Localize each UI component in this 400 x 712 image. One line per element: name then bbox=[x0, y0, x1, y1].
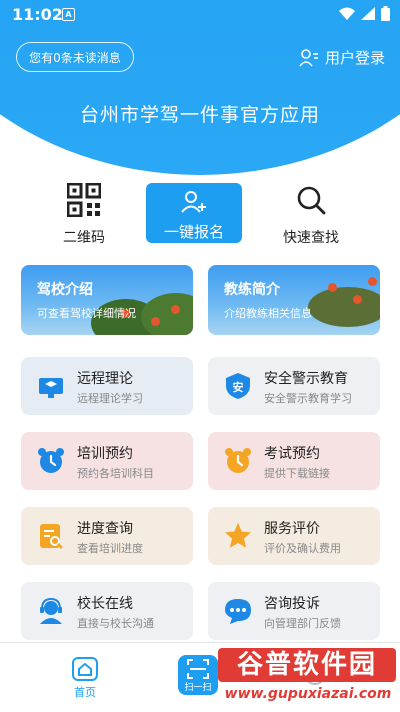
tab-home[interactable]: 首页 bbox=[62, 657, 108, 700]
star-icon bbox=[225, 523, 251, 548]
card-title: 校长在线 bbox=[77, 596, 133, 612]
coach-intro-banner[interactable]: 教练简介 介绍教练相关信息 bbox=[208, 265, 380, 335]
watermark-url: www.gupuxiazai.com bbox=[224, 686, 392, 702]
qr-code-icon bbox=[67, 183, 101, 217]
banner-title: 教练简介 bbox=[224, 282, 280, 298]
add-user-icon bbox=[181, 191, 206, 213]
status-time: 11:02 bbox=[12, 5, 63, 24]
card-title: 咨询投诉 bbox=[264, 596, 320, 612]
card-title: 安全警示教育 bbox=[264, 371, 348, 387]
card-title: 进度查询 bbox=[77, 521, 133, 537]
card-title: 考试预约 bbox=[264, 446, 320, 462]
service-evaluation-card[interactable]: 服务评价 评价及确认费用 bbox=[208, 507, 380, 565]
shield-icon: 安 bbox=[226, 373, 250, 399]
quick-search-label: 快速查找 bbox=[283, 230, 339, 246]
card-subtitle: 查看培训进度 bbox=[77, 542, 143, 555]
battery-icon bbox=[381, 6, 390, 21]
exam-appointment-card[interactable]: 考试预约 提供下载链接 bbox=[208, 432, 380, 490]
login-label: 用户登录 bbox=[324, 49, 385, 67]
safety-education-card[interactable]: 安 安全警示教育 安全警示教育学习 bbox=[208, 357, 380, 415]
unread-messages-button[interactable]: 您有0条未读消息 bbox=[16, 42, 134, 72]
one-click-register-button[interactable]: 一键报名 bbox=[146, 183, 242, 243]
user-login-icon bbox=[299, 48, 318, 67]
principal-online-card[interactable]: 校长在线 直接与校长沟通 bbox=[21, 582, 193, 640]
quick-search-button[interactable]: 快速查找 bbox=[263, 183, 359, 246]
alarm-clock-icon bbox=[225, 448, 251, 473]
qr-code-label: 二维码 bbox=[63, 230, 105, 246]
alarm-clock-icon bbox=[38, 448, 64, 473]
banner-title: 驾校介绍 bbox=[37, 282, 93, 298]
signal-icon bbox=[361, 7, 375, 20]
card-subtitle: 预约各培训科目 bbox=[77, 467, 154, 480]
status-bar: 11:02 A bbox=[0, 0, 400, 28]
remote-theory-card[interactable]: 远程理论 远程理论学习 bbox=[21, 357, 193, 415]
document-search-icon bbox=[40, 524, 63, 549]
notification-icon: A bbox=[62, 8, 75, 21]
graduation-cap-icon bbox=[39, 378, 63, 398]
card-title: 远程理论 bbox=[77, 371, 133, 387]
one-click-register-label: 一键报名 bbox=[163, 223, 224, 241]
search-icon bbox=[297, 186, 326, 215]
card-subtitle: 远程理论学习 bbox=[77, 392, 143, 405]
watermark-title: 谷普软件园 bbox=[218, 648, 396, 682]
chat-bubble-icon bbox=[225, 599, 251, 624]
driving-school-intro-banner[interactable]: 驾校介绍 可查看驾校详细情况 bbox=[21, 265, 193, 335]
card-subtitle: 安全警示教育学习 bbox=[264, 392, 352, 405]
tab-scan-label: 扫一扫 bbox=[184, 683, 212, 693]
card-subtitle: 提供下载链接 bbox=[264, 467, 330, 480]
scan-icon bbox=[187, 659, 209, 679]
banner-subtitle: 介绍教练相关信息 bbox=[224, 307, 312, 320]
card-subtitle: 评价及确认费用 bbox=[264, 542, 341, 555]
progress-query-card[interactable]: 进度查询 查看培训进度 bbox=[21, 507, 193, 565]
card-subtitle: 向管理部门反馈 bbox=[264, 617, 341, 630]
training-appointment-card[interactable]: 培训预约 预约各培训科目 bbox=[21, 432, 193, 490]
card-title: 服务评价 bbox=[264, 521, 320, 537]
qr-code-button[interactable]: 二维码 bbox=[36, 183, 132, 246]
svg-text:安: 安 bbox=[233, 380, 244, 394]
home-icon bbox=[72, 657, 98, 681]
tab-home-label: 首页 bbox=[74, 686, 96, 699]
card-subtitle: 直接与校长沟通 bbox=[77, 617, 154, 630]
wifi-icon bbox=[339, 7, 355, 20]
card-title: 培训预约 bbox=[77, 446, 133, 462]
app-title: 台州市学驾一件事官方应用 bbox=[79, 104, 320, 126]
watermark: 谷普软件园 www.gupuxiazai.com bbox=[218, 646, 398, 708]
login-button[interactable]: 用户登录 bbox=[299, 47, 385, 68]
headset-icon bbox=[40, 597, 62, 624]
banner-subtitle: 可查看驾校详细情况 bbox=[37, 307, 136, 320]
consult-complaint-card[interactable]: 咨询投诉 向管理部门反馈 bbox=[208, 582, 380, 640]
tab-scan[interactable]: 扫一扫 bbox=[178, 655, 218, 695]
header: 11:02 A 您有0条未读消息 用户登录 台州市学驾一件事官方应用 bbox=[0, 0, 400, 175]
